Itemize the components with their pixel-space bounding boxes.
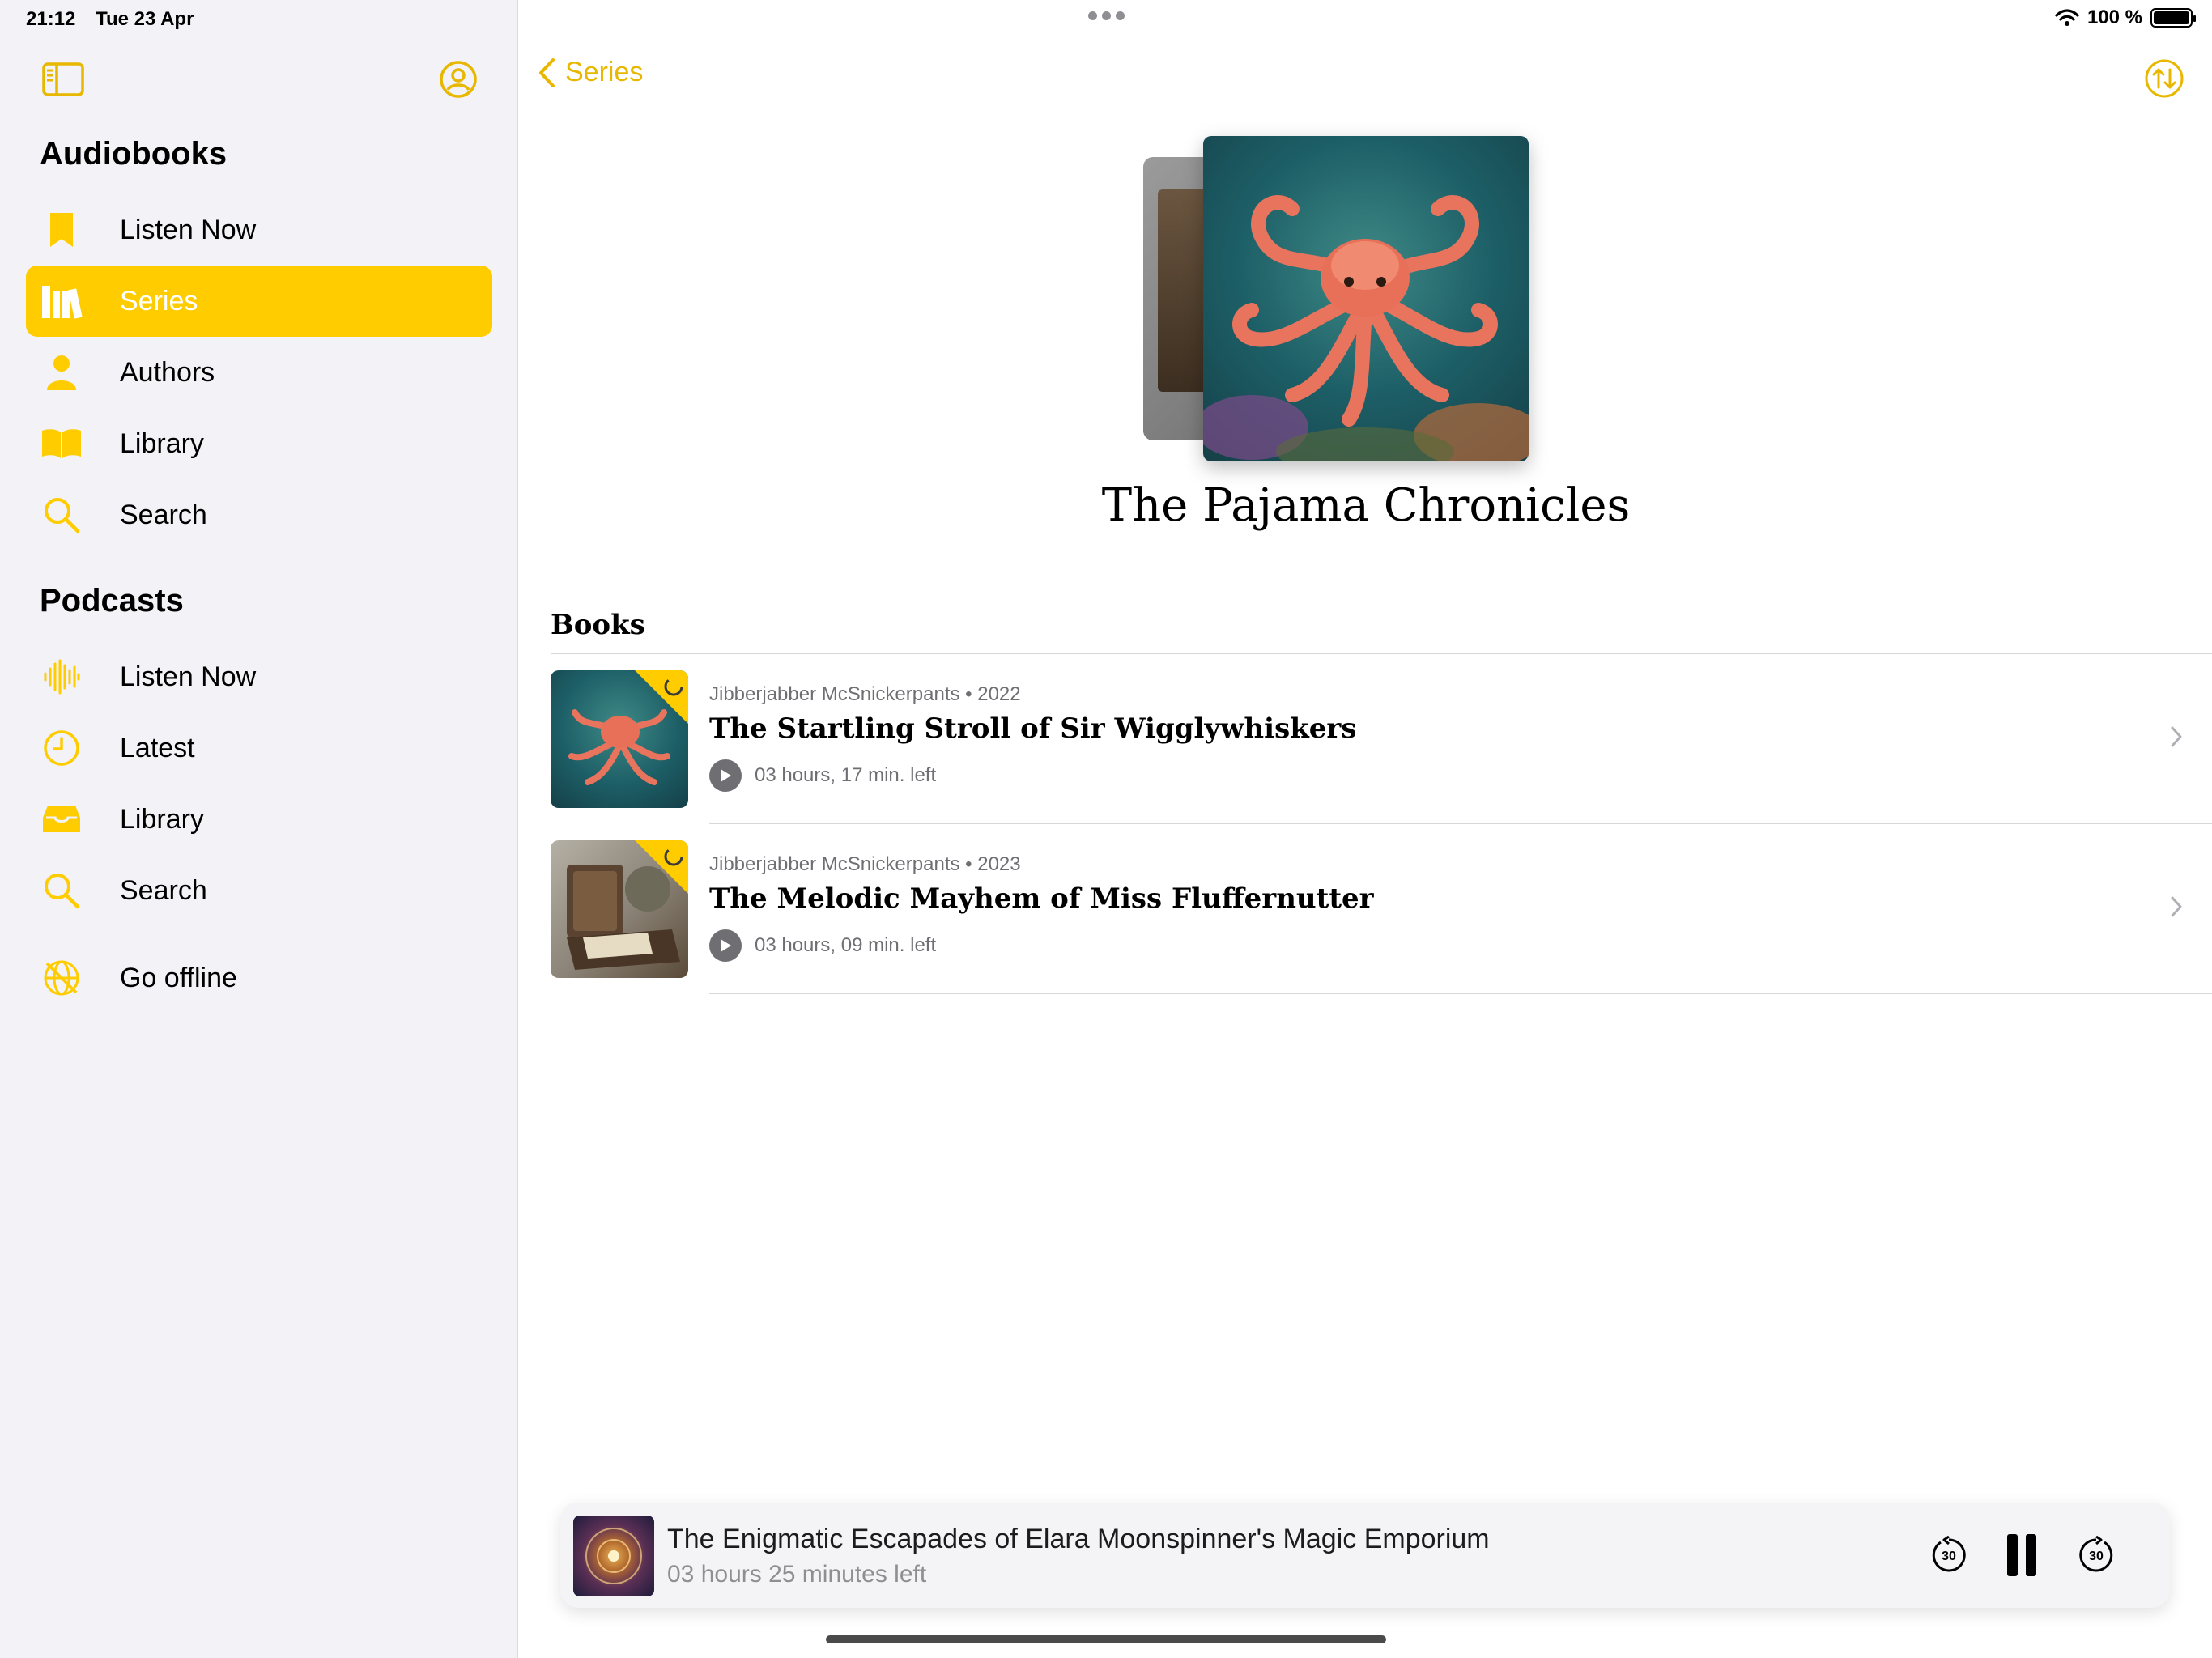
audiobooks-section-title: Audiobooks <box>40 136 228 172</box>
multitasking-dots[interactable] <box>1088 11 1125 20</box>
sidebar-item-label: Library <box>120 803 204 835</box>
book-meta: Jibberjabber McSnickerpants • 2023 <box>709 853 1021 875</box>
book-progress: 03 hours, 17 min. left <box>709 759 936 792</box>
sidebar-item-series[interactable]: Series <box>26 266 492 337</box>
play-icon[interactable] <box>709 759 742 792</box>
open-book-icon <box>31 408 92 479</box>
book-cover <box>551 840 688 978</box>
pause-icon <box>2007 1534 2036 1576</box>
time-remaining: 03 hours, 09 min. left <box>755 934 937 956</box>
sidebar-item-podcasts-listen-now[interactable]: Listen Now <box>26 641 492 712</box>
status-time: 21:12 <box>26 8 76 30</box>
magnifier-icon <box>31 479 92 551</box>
now-playing-remaining: 03 hours 25 minutes left <box>667 1561 927 1588</box>
book-title: The Startling Stroll of Sir Wigglywhiske… <box>709 712 1357 745</box>
series-cover-art <box>1203 136 1529 461</box>
waveform-icon <box>31 641 92 712</box>
person-icon <box>31 337 92 408</box>
main-content: 100 % Series The Pajama Chronicles Books… <box>520 0 2212 1658</box>
mini-player[interactable]: The Enigmatic Escapades of Elara Moonspi… <box>560 1503 2170 1608</box>
sidebar-item-label: Listen Now <box>120 661 257 692</box>
sidebar-item-podcasts-library[interactable]: Library <box>26 784 492 855</box>
series-title: The Pajama Chronicles <box>1101 479 1631 532</box>
bookmark-icon <box>31 194 92 266</box>
skip-forward-label: 30 <box>2089 1550 2104 1563</box>
sidebar-item-label: Search <box>120 874 207 906</box>
sidebar: 21:12 Tue 23 Apr Audiobooks Listen Now S… <box>0 0 518 1658</box>
book-row[interactable]: Jibberjabber McSnickerpants • 2023 The M… <box>551 824 2212 994</box>
chevron-left-icon <box>539 57 555 87</box>
battery-percent: 100 % <box>2087 6 2142 28</box>
book-progress: 03 hours, 09 min. left <box>709 929 936 962</box>
chevron-right-icon <box>2171 896 2182 917</box>
sidebar-item-authors[interactable]: Authors <box>26 337 492 408</box>
skip-back-label: 30 <box>1942 1550 1956 1563</box>
sidebar-item-audiobooks-library[interactable]: Library <box>26 408 492 479</box>
go-offline-button[interactable]: Go offline <box>26 942 492 1014</box>
sidebar-item-label: Authors <box>120 356 215 388</box>
series-cover-stack <box>1143 136 1532 468</box>
sidebar-item-label: Series <box>120 285 198 317</box>
sidebar-item-audiobooks-listen-now[interactable]: Listen Now <box>26 194 492 266</box>
sidebar-item-audiobooks-search[interactable]: Search <box>26 479 492 551</box>
podcasts-section-title: Podcasts <box>40 583 184 619</box>
skip-back-icon: 30 <box>1932 1536 1966 1572</box>
sidebar-item-label: Search <box>120 499 207 530</box>
play-icon[interactable] <box>709 929 742 962</box>
status-clock: 21:12 Tue 23 Apr <box>26 8 208 31</box>
chevron-right-icon <box>2171 726 2182 747</box>
magnifier-icon <box>31 855 92 926</box>
time-remaining: 03 hours, 17 min. left <box>755 764 937 786</box>
sidebar-item-label: Listen Now <box>120 214 257 245</box>
sort-icon[interactable] <box>2144 58 2184 99</box>
books-icon <box>31 266 92 337</box>
wifi-icon <box>2055 9 2079 26</box>
book-title: The Melodic Mayhem of Miss Fluffernutter <box>709 882 1374 915</box>
sidebar-item-label: Library <box>120 427 204 459</box>
globe-slash-icon <box>31 942 92 1014</box>
go-offline-label: Go offline <box>120 962 237 993</box>
now-playing-cover <box>573 1516 654 1596</box>
tray-icon <box>31 784 92 855</box>
divider <box>709 993 2212 994</box>
sidebar-item-podcasts-search[interactable]: Search <box>26 855 492 926</box>
in-progress-badge-icon <box>635 840 688 894</box>
skip-back-30-button[interactable]: 30 <box>1921 1527 1977 1584</box>
books-heading: Books <box>551 609 645 641</box>
sidebar-item-label: Latest <box>120 732 195 763</box>
clock-icon <box>31 712 92 784</box>
in-progress-badge-icon <box>635 670 688 724</box>
status-date: Tue 23 Apr <box>96 8 194 30</box>
now-playing-title: The Enigmatic Escapades of Elara Moonspi… <box>667 1524 1490 1554</box>
status-indicators: 100 % <box>2055 6 2196 29</box>
book-meta: Jibberjabber McSnickerpants • 2022 <box>709 683 1021 705</box>
book-row[interactable]: Jibberjabber McSnickerpants • 2022 The S… <box>551 654 2212 824</box>
back-label: Series <box>565 57 644 87</box>
sidebar-item-latest[interactable]: Latest <box>26 712 492 784</box>
pause-button[interactable] <box>1993 1527 2050 1584</box>
home-indicator[interactable] <box>826 1635 1386 1643</box>
book-cover <box>551 670 688 808</box>
account-icon[interactable] <box>436 57 481 102</box>
skip-forward-icon: 30 <box>2079 1536 2113 1572</box>
battery-icon <box>2150 8 2196 28</box>
back-button[interactable]: Series <box>538 57 643 88</box>
skip-forward-30-button[interactable]: 30 <box>2068 1527 2125 1584</box>
sidebar-toggle-icon[interactable] <box>40 57 86 102</box>
